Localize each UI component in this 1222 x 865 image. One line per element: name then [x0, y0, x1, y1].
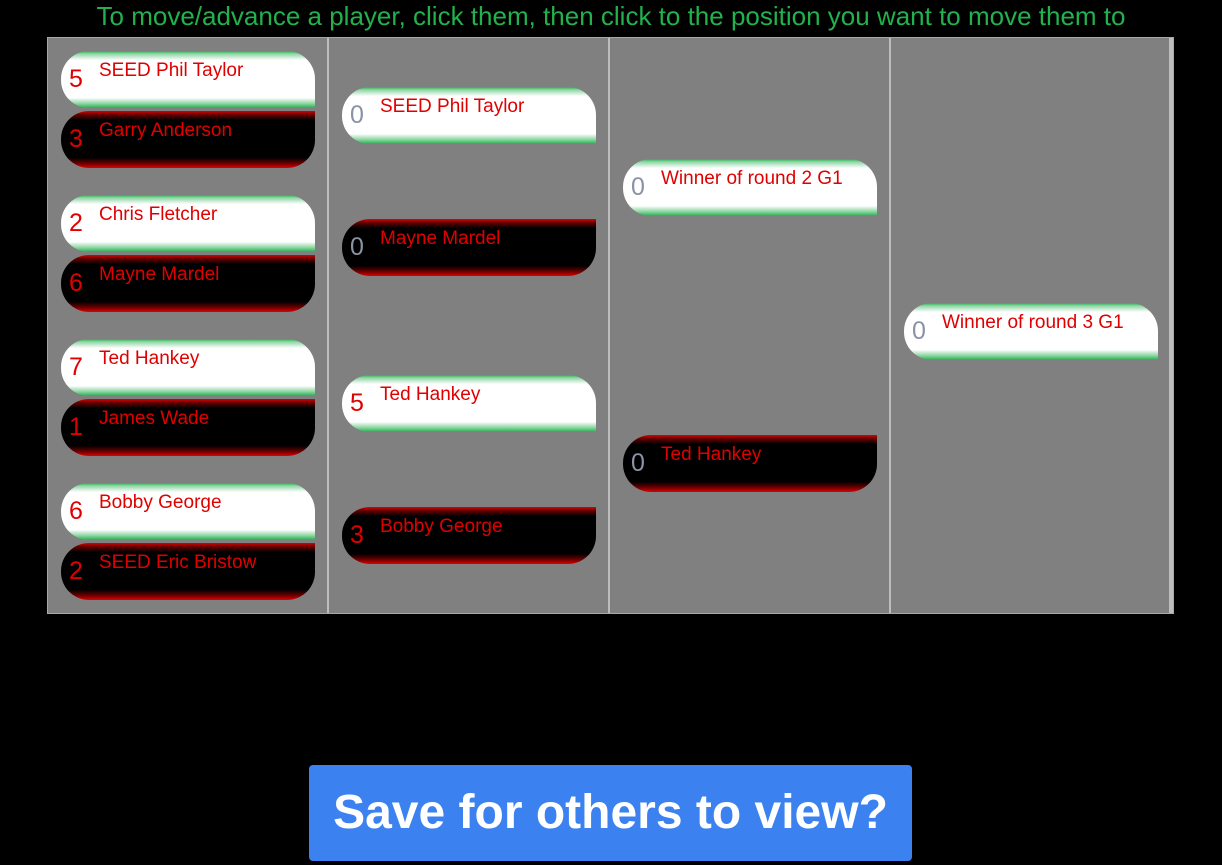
slot-score: 5 [69, 65, 83, 93]
bracket-slot[interactable]: 5 SEED Phil Taylor [61, 51, 315, 108]
slot-score: 6 [69, 269, 83, 297]
bracket-slot[interactable]: 6 Mayne Mardel [61, 255, 315, 312]
round-4-column: 0 Winner of round 3 G1 [891, 38, 1173, 613]
slot-player-name: Garry Anderson [99, 120, 233, 141]
bracket-slot[interactable]: 3 Bobby George [342, 507, 596, 564]
slot-score: 3 [69, 125, 83, 153]
slot-score: 0 [631, 449, 645, 477]
bracket-slot[interactable]: 5 Ted Hankey [342, 375, 596, 432]
bracket-slot[interactable]: 0 Winner of round 3 G1 [904, 303, 1158, 360]
slot-score: 5 [350, 389, 364, 417]
round-2-column: 0 SEED Phil Taylor 0 Mayne Mardel 5 Ted … [329, 38, 610, 613]
bracket-slot[interactable]: 2 Chris Fletcher [61, 195, 315, 252]
slot-score: 0 [912, 317, 926, 345]
slot-player-name: Ted Hankey [661, 444, 762, 465]
bracket-slot[interactable]: 7 Ted Hankey [61, 339, 315, 396]
slot-score: 3 [350, 521, 364, 549]
slot-player-name: SEED Phil Taylor [380, 96, 525, 117]
instructions-text: To move/advance a player, click them, th… [96, 1, 1126, 31]
slot-player-name: Mayne Mardel [99, 264, 220, 285]
slot-score: 0 [631, 173, 645, 201]
round-1-column: 5 SEED Phil Taylor 3 Garry Anderson 2 Ch… [48, 38, 329, 613]
slot-player-name: Winner of round 2 G1 [661, 168, 843, 189]
slot-player-name: Bobby George [380, 516, 503, 537]
bracket-slot[interactable]: 6 Bobby George [61, 483, 315, 540]
slot-score: 1 [69, 413, 83, 441]
slot-score: 0 [350, 101, 364, 129]
bracket-slot[interactable]: 0 Ted Hankey [623, 435, 877, 492]
slot-score: 7 [69, 353, 83, 381]
slot-player-name: James Wade [99, 408, 210, 429]
slot-score: 0 [350, 233, 364, 261]
round-3-column: 0 Winner of round 2 G1 0 Ted Hankey [610, 38, 891, 613]
save-button[interactable]: Save for others to view? [309, 765, 912, 861]
slot-player-name: Winner of round 3 G1 [942, 312, 1124, 333]
slot-player-name: Bobby George [99, 492, 222, 513]
bracket-slot[interactable]: 0 SEED Phil Taylor [342, 87, 596, 144]
bracket-slot[interactable]: 2 SEED Eric Bristow [61, 543, 315, 600]
bracket-slot[interactable]: 1 James Wade [61, 399, 315, 456]
slot-player-name: Ted Hankey [380, 384, 481, 405]
slot-player-name: SEED Phil Taylor [99, 60, 244, 81]
slot-player-name: Chris Fletcher [99, 204, 218, 225]
slot-score: 2 [69, 209, 83, 237]
slot-player-name: Ted Hankey [99, 348, 200, 369]
bracket-slot[interactable]: 0 Winner of round 2 G1 [623, 159, 877, 216]
slot-player-name: SEED Eric Bristow [99, 552, 257, 573]
slot-score: 6 [69, 497, 83, 525]
bracket-slot[interactable]: 3 Garry Anderson [61, 111, 315, 168]
bracket-slot[interactable]: 0 Mayne Mardel [342, 219, 596, 276]
tournament-bracket: 5 SEED Phil Taylor 3 Garry Anderson 2 Ch… [47, 37, 1174, 614]
slot-score: 2 [69, 557, 83, 585]
slot-player-name: Mayne Mardel [380, 228, 501, 249]
